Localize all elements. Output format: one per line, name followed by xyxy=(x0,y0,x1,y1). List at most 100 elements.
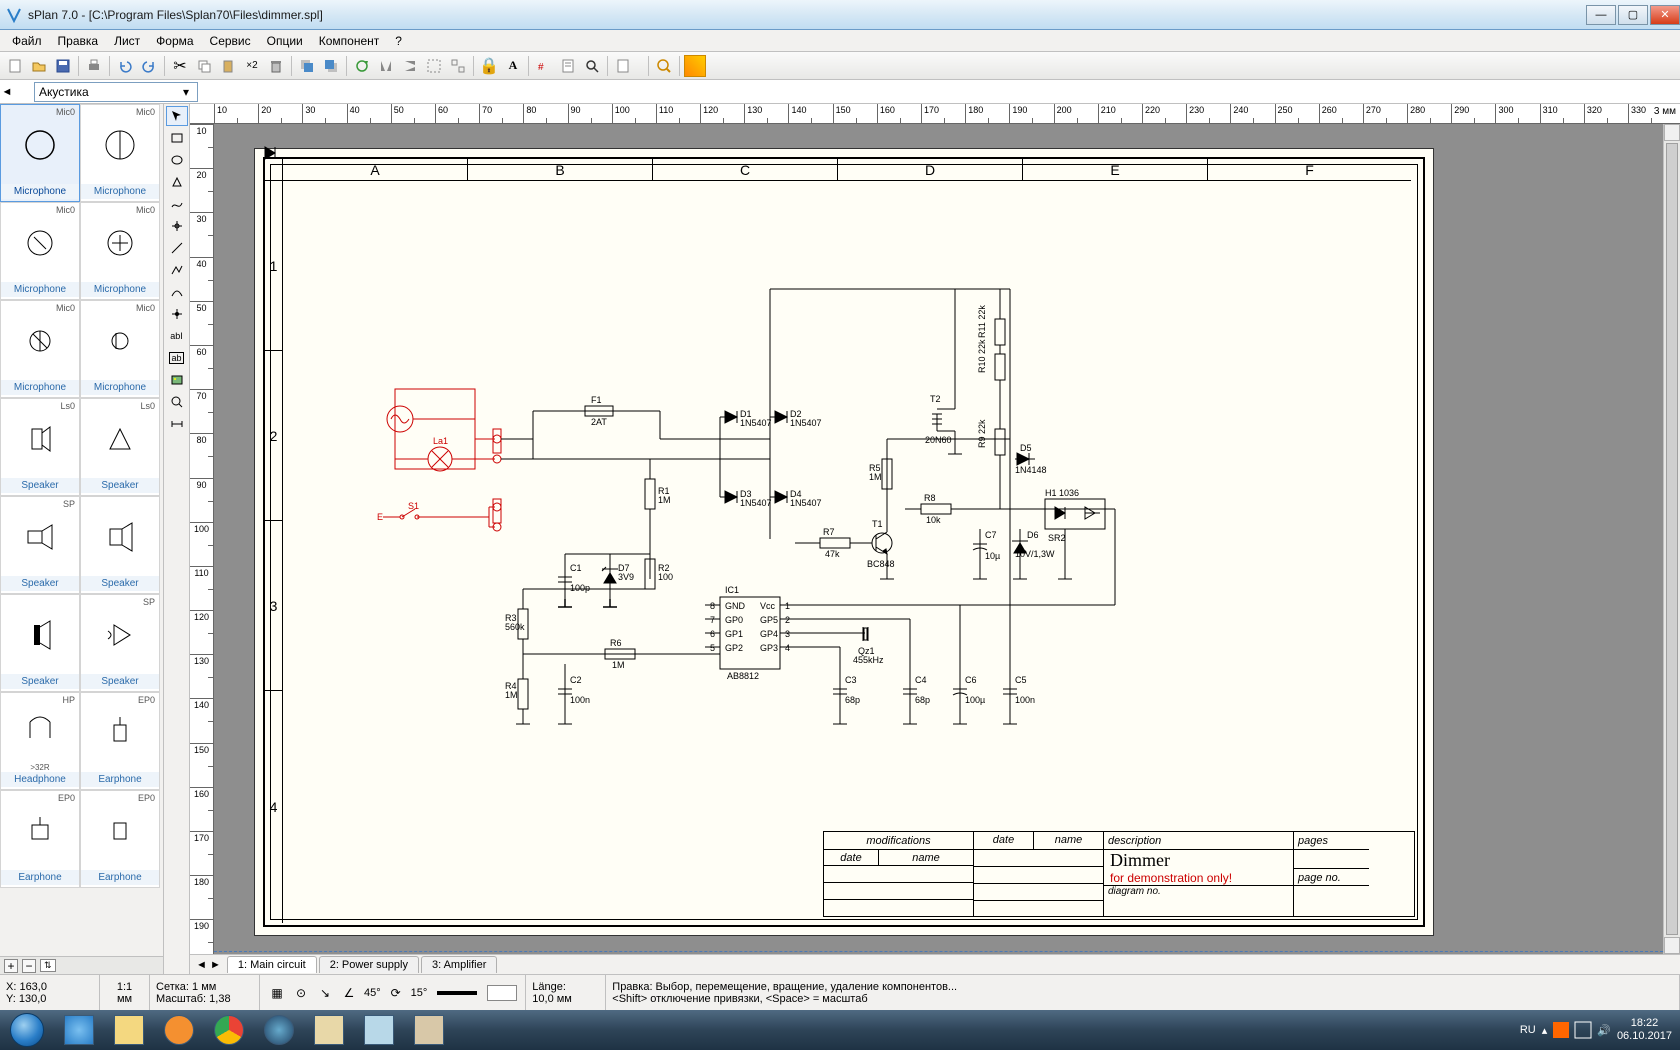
line-weight-icon[interactable] xyxy=(437,991,477,995)
close-button[interactable]: ✕ xyxy=(1650,5,1680,25)
group-icon[interactable] xyxy=(423,55,445,77)
list-icon[interactable] xyxy=(557,55,579,77)
start-button[interactable] xyxy=(0,1010,54,1050)
mirror-h-icon[interactable] xyxy=(375,55,397,77)
taskbar-ie[interactable] xyxy=(54,1010,104,1050)
redo-icon[interactable] xyxy=(138,55,160,77)
polyline-tool-icon[interactable] xyxy=(166,260,188,280)
image-tool-icon[interactable] xyxy=(166,370,188,390)
page-icon[interactable] xyxy=(612,55,634,77)
grid-toggle-icon[interactable]: ▦ xyxy=(268,984,286,1002)
taskbar-app2[interactable] xyxy=(304,1010,354,1050)
taskbar-explorer[interactable] xyxy=(104,1010,154,1050)
drawing-canvas[interactable]: A B C D E F 1 2 3 4 xyxy=(214,124,1663,954)
component-microphone-0[interactable]: Mic0Microphone xyxy=(0,104,80,202)
taskbar-splan[interactable] xyxy=(404,1010,454,1050)
component-speaker-8[interactable]: SPSpeaker xyxy=(0,496,80,594)
vertical-scrollbar[interactable] xyxy=(1663,124,1680,954)
font-icon[interactable]: A xyxy=(502,55,524,77)
save-icon[interactable] xyxy=(52,55,74,77)
cut-icon[interactable]: ✂ xyxy=(169,55,191,77)
pointer-tool-icon[interactable] xyxy=(166,106,188,126)
lib-prev-icon[interactable]: ◄ xyxy=(0,86,14,98)
measure-tool-icon[interactable] xyxy=(166,414,188,434)
taskbar-chrome[interactable] xyxy=(204,1010,254,1050)
component-speaker-10[interactable]: Speaker xyxy=(0,594,80,692)
bezier-tool-icon[interactable] xyxy=(166,282,188,302)
menu-file[interactable]: Файл xyxy=(4,31,50,51)
angle-icon[interactable]: ∠ xyxy=(340,984,358,1002)
rotate-icon[interactable] xyxy=(351,55,373,77)
menu-sheet[interactable]: Лист xyxy=(106,31,148,51)
textlabel-tool-icon[interactable]: ab xyxy=(166,348,188,368)
lock-icon[interactable]: 🔒 xyxy=(478,55,500,77)
tray-clock[interactable]: 18:22 06.10.2017 xyxy=(1617,1017,1672,1043)
delete-icon[interactable] xyxy=(265,55,287,77)
duplicate-icon[interactable]: ×2 xyxy=(241,55,263,77)
tray-network-icon[interactable] xyxy=(1575,1022,1591,1038)
component-speaker-11[interactable]: SPSpeaker xyxy=(80,594,160,692)
special-tool-icon[interactable] xyxy=(166,216,188,236)
component-microphone-5[interactable]: Mic0Microphone xyxy=(80,300,160,398)
tab-amp[interactable]: 3: Amplifier xyxy=(421,956,497,973)
scroll-down-icon[interactable] xyxy=(1664,937,1680,954)
color-icon[interactable] xyxy=(684,55,706,77)
lib-remove-button[interactable]: − xyxy=(22,959,36,973)
component-microphone-4[interactable]: Mic0Microphone xyxy=(0,300,80,398)
tray-volume-icon[interactable]: 🔊 xyxy=(1597,1024,1611,1037)
paste-icon[interactable] xyxy=(217,55,239,77)
tab-power[interactable]: 2: Power supply xyxy=(319,956,419,973)
minimize-button[interactable]: — xyxy=(1586,5,1616,25)
circle-tool-icon[interactable] xyxy=(166,150,188,170)
menu-component[interactable]: Компонент xyxy=(311,31,388,51)
component-microphone-3[interactable]: Mic0Microphone xyxy=(80,202,160,300)
taskbar-media[interactable] xyxy=(154,1010,204,1050)
menu-help[interactable]: ? xyxy=(387,31,410,51)
node-tool-icon[interactable] xyxy=(166,304,188,324)
text-tool-icon[interactable]: abI xyxy=(166,326,188,346)
renumber-icon[interactable]: # xyxy=(533,55,555,77)
tray-lang[interactable]: RU xyxy=(1520,1024,1536,1036)
poly-tool-icon[interactable] xyxy=(166,172,188,192)
component-earphone-15[interactable]: EP0Earphone xyxy=(80,790,160,888)
freehand-tool-icon[interactable] xyxy=(166,194,188,214)
tab-main[interactable]: 1: Main circuit xyxy=(227,956,317,973)
send-back-icon[interactable] xyxy=(320,55,342,77)
taskbar-app1[interactable] xyxy=(254,1010,304,1050)
copy-icon[interactable] xyxy=(193,55,215,77)
rotate-step-icon[interactable]: ⟳ xyxy=(387,984,405,1002)
component-earphone-13[interactable]: EP0Earphone xyxy=(80,692,160,790)
zoom-icon[interactable] xyxy=(653,55,675,77)
lib-add-button[interactable]: + xyxy=(4,959,18,973)
print-icon[interactable] xyxy=(83,55,105,77)
snap2-icon[interactable]: ↘ xyxy=(316,984,334,1002)
rect-tool-icon[interactable] xyxy=(166,128,188,148)
component-microphone-2[interactable]: Mic0Microphone xyxy=(0,202,80,300)
line-style-icon[interactable] xyxy=(487,985,517,1001)
magnify-tool-icon[interactable] xyxy=(166,392,188,412)
undo-icon[interactable] xyxy=(114,55,136,77)
scroll-thumb[interactable] xyxy=(1666,143,1678,935)
bring-front-icon[interactable] xyxy=(296,55,318,77)
component-earphone-14[interactable]: EP0Earphone xyxy=(0,790,80,888)
component-headphone-12[interactable]: HP>32RHeadphone xyxy=(0,692,80,790)
snap-icon[interactable]: ⊙ xyxy=(292,984,310,1002)
search-icon[interactable] xyxy=(581,55,603,77)
component-speaker-7[interactable]: Ls0Speaker xyxy=(80,398,160,496)
menu-options[interactable]: Опции xyxy=(259,31,311,51)
menu-edit[interactable]: Правка xyxy=(50,31,107,51)
tray-up-icon[interactable]: ▴ xyxy=(1542,1024,1548,1037)
new-icon[interactable] xyxy=(4,55,26,77)
component-speaker-9[interactable]: Speaker xyxy=(80,496,160,594)
line-tool-icon[interactable] xyxy=(166,238,188,258)
mirror-v-icon[interactable] xyxy=(399,55,421,77)
component-microphone-1[interactable]: Mic0Microphone xyxy=(80,104,160,202)
maximize-button[interactable]: ▢ xyxy=(1618,5,1648,25)
menu-form[interactable]: Форма xyxy=(148,31,201,51)
taskbar-app3[interactable] xyxy=(354,1010,404,1050)
ungroup-icon[interactable] xyxy=(447,55,469,77)
component-speaker-6[interactable]: Ls0Speaker xyxy=(0,398,80,496)
scroll-up-icon[interactable] xyxy=(1664,124,1680,141)
category-dropdown[interactable]: Акустика ▾ xyxy=(34,82,198,102)
tray-flag-icon[interactable] xyxy=(1553,1022,1569,1038)
